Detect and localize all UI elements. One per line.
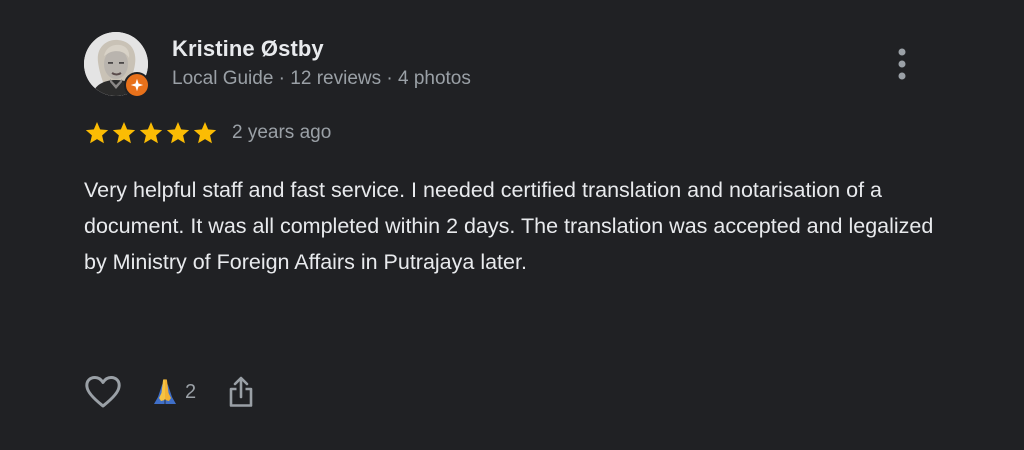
reaction-count: 2 (185, 380, 197, 403)
star-icon (112, 121, 136, 144)
share-icon (229, 376, 253, 407)
review-age: 2 years ago (232, 122, 332, 143)
star-icon (85, 121, 109, 144)
more-vertical-icon (898, 48, 906, 80)
review-actions: 2 (84, 372, 256, 412)
review-text: Very helpful staff and fast service. I n… (84, 178, 934, 274)
heart-outline-icon (85, 376, 121, 408)
star-icon (166, 121, 190, 144)
share-button[interactable] (226, 372, 256, 412)
star-icon (139, 121, 163, 144)
helpful-reaction[interactable]: 2 (150, 377, 196, 407)
local-guide-badge (124, 72, 150, 98)
reviewer-name[interactable]: Kristine Østby (172, 36, 324, 62)
like-button[interactable] (84, 372, 124, 412)
star-icon (193, 121, 217, 144)
folded-hands-icon (154, 379, 176, 404)
review-card: Kristine Østby Local Guide · 12 reviews … (0, 0, 1024, 450)
rating-row: 2 years ago (84, 120, 331, 146)
reviewer-meta[interactable]: Local Guide · 12 reviews · 4 photos (172, 68, 471, 90)
reviewer-avatar-group[interactable] (84, 32, 150, 98)
local-guide-star-icon (130, 78, 144, 92)
star-rating (84, 120, 218, 146)
more-options-button[interactable] (888, 44, 916, 84)
